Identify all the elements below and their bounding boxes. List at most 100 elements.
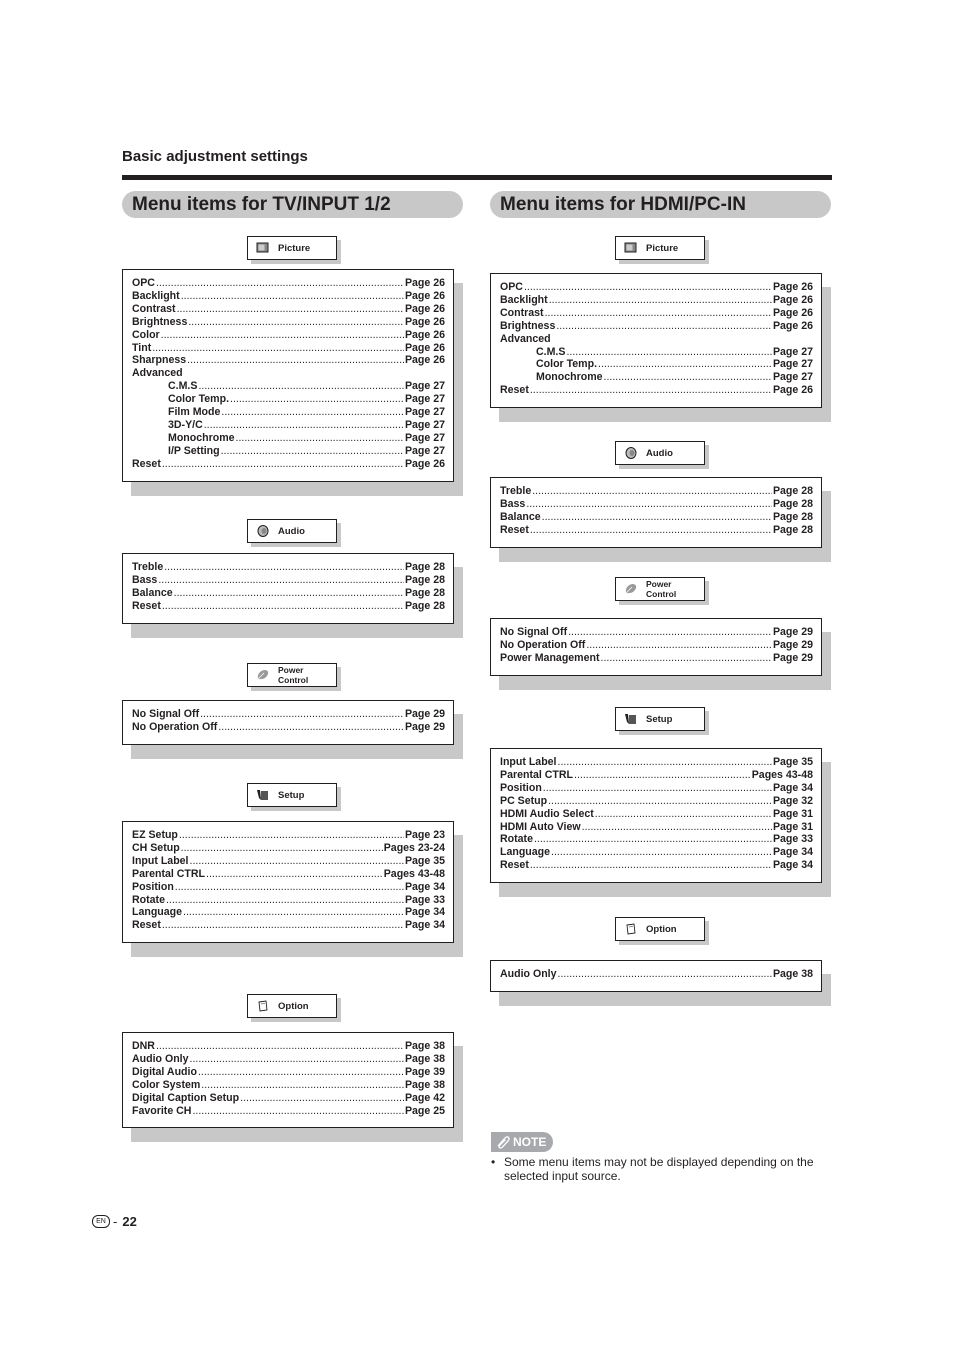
page-reference: Page 27: [404, 393, 445, 406]
page-footer: EN - 22: [92, 1214, 137, 1229]
dot-leader: [188, 316, 404, 329]
menu-item-row: Brightness Page 26: [500, 320, 813, 333]
dot-leader: [198, 1066, 404, 1079]
menu-item-label: Advanced: [132, 367, 183, 380]
menu-item-label: Reset: [500, 859, 529, 872]
menu-item-label: C.M.S: [168, 380, 198, 393]
page-reference: Page 34: [404, 906, 445, 919]
dot-leader: [574, 769, 751, 782]
page-reference: Page 31: [772, 820, 813, 833]
page-reference: Page 28: [404, 586, 445, 599]
menu-item-label: Backlight: [500, 293, 548, 306]
note-badge: NOTE: [491, 1132, 553, 1152]
menu-item-row: Reset Page 28: [132, 600, 445, 613]
menu-item-row: C.M.S Page 27: [500, 346, 813, 359]
menu-item-row: Bass Page 28: [132, 574, 445, 587]
menu-item-row: Input Label Page 35: [132, 855, 445, 868]
menu-item-label: Digital Caption Setup: [132, 1091, 240, 1104]
page-reference: Page 38: [404, 1078, 445, 1091]
menu-item-label: No Signal Off: [500, 626, 568, 638]
dot-leader: [549, 294, 772, 307]
dot-leader: [187, 354, 404, 367]
right-picture-menu-tab: Picture: [615, 236, 705, 260]
menu-item-label: Sharpness: [132, 354, 187, 367]
left-audio-items-list: TreblePage 28BassPage 28BalancePage 28Re…: [122, 553, 454, 624]
right-setup-menu-tab: Setup: [615, 707, 705, 731]
left-setup-menu-tab: Setup: [247, 783, 337, 807]
page-reference: Page 27: [404, 431, 445, 444]
menu-item-label: HDMI Audio Select: [500, 807, 594, 820]
page-reference: Page 29: [404, 720, 445, 733]
dot-leader: [556, 320, 772, 333]
menu-item-row: Film Mode Page 27: [132, 406, 445, 419]
language-badge: EN: [92, 1215, 110, 1228]
dot-leader: [218, 721, 404, 734]
dot-leader: [543, 782, 772, 795]
menu-item-label: Balance: [132, 586, 173, 599]
dot-leader: [548, 795, 772, 808]
right-audio-items-list: TreblePage 28BassPage 28BalancePage 28Re…: [490, 477, 822, 548]
page-reference: Page 26: [772, 319, 813, 332]
menu-item-label: Power Management: [500, 651, 600, 664]
page-reference: Page 27: [772, 358, 813, 371]
menu-item-label: Color Temp.: [536, 358, 598, 371]
page-reference: Page 35: [404, 854, 445, 867]
dot-leader: [526, 498, 772, 511]
page-reference: Page 28: [772, 523, 813, 536]
menu-item-label: Parental CTRL: [132, 867, 205, 880]
power-leaf-icon: [625, 584, 637, 594]
page-reference: Page 34: [772, 846, 813, 859]
menu-item-row: HDMI Audio Select Page 31: [500, 808, 813, 821]
dot-leader: [181, 842, 383, 855]
right-column-heading: Menu items for HDMI/PC-IN: [490, 191, 831, 218]
page-reference: Page 28: [772, 497, 813, 510]
menu-item-row: Reset Page 26: [132, 458, 445, 471]
menu-item-row: Tint Page 26: [132, 342, 445, 355]
dot-leader: [161, 329, 404, 342]
page-reference: Page 27: [772, 345, 813, 358]
menu-item-row: Favorite CH Page 25: [132, 1105, 445, 1118]
page-reference: Page 34: [772, 781, 813, 794]
menu-item-row: OPC Page 26: [132, 277, 445, 290]
page-reference: Page 28: [772, 510, 813, 523]
page-reference: Page 33: [772, 833, 813, 846]
dot-leader: [530, 524, 772, 537]
dot-leader: [200, 708, 404, 721]
menu-item-label: Treble: [132, 561, 164, 573]
menu-item-row: Digital Caption Setup Page 42: [132, 1092, 445, 1105]
dot-leader: [164, 561, 404, 574]
menu-item-row: PC Setup Page 32: [500, 795, 813, 808]
menu-item-label: Balance: [500, 510, 541, 523]
menu-item-label: I/P Setting: [168, 444, 220, 457]
menu-item-row: Brightness Page 26: [132, 316, 445, 329]
note-label: NOTE: [513, 1135, 547, 1149]
dot-leader: [604, 371, 772, 384]
speaker-icon: [257, 525, 269, 537]
menu-item-label: Parental CTRL: [500, 768, 573, 781]
dot-leader: [586, 639, 772, 652]
dot-leader: [566, 346, 772, 359]
menu-item-label: No Operation Off: [132, 720, 218, 733]
page-reference: Page 28: [772, 485, 813, 497]
menu-item-row: No Operation Off Page 29: [500, 639, 813, 652]
menu-tab-label: Setup: [646, 713, 673, 725]
dot-leader: [179, 829, 404, 842]
menu-item-label: Rotate: [500, 833, 533, 846]
menu-tab-label: Option: [278, 1000, 309, 1012]
menu-item-row: HDMI Auto View Page 31: [500, 821, 813, 834]
dot-leader: [183, 906, 404, 919]
page-reference: Page 39: [404, 1065, 445, 1078]
menu-item-row: Audio Only Page 38: [132, 1053, 445, 1066]
right-power-menu-tab: Power Control: [615, 577, 705, 601]
menu-item-label: Favorite CH: [132, 1104, 192, 1117]
menu-item-row: Treble Page 28: [500, 485, 813, 498]
menu-item-label: Reset: [132, 919, 161, 932]
dot-leader: [206, 868, 383, 881]
left-picture-menu-tab: Picture: [247, 236, 337, 260]
page-reference: Page 27: [404, 406, 445, 419]
dot-leader: [230, 393, 404, 406]
menu-item-row: Color System Page 38: [132, 1079, 445, 1092]
menu-item-label: PC Setup: [500, 794, 548, 807]
page-reference: Page 38: [404, 1052, 445, 1065]
page-reference: Page 26: [404, 315, 445, 328]
